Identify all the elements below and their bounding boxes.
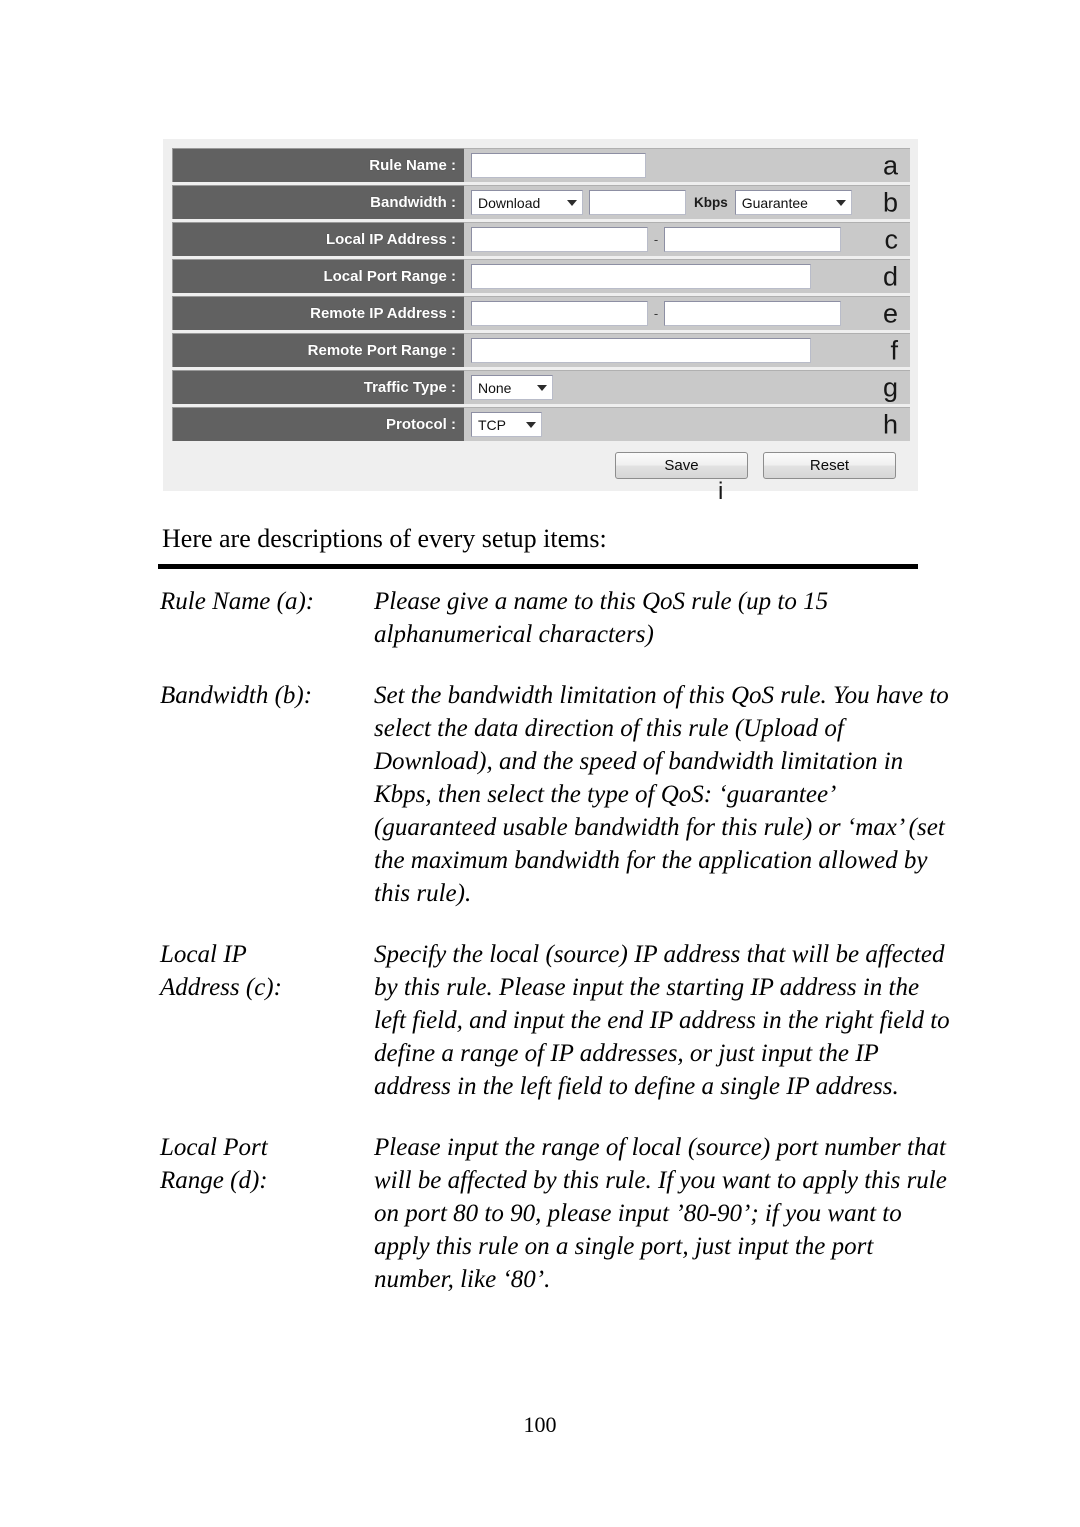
label-local-ip-address: Local IP Address :: [172, 222, 464, 256]
definition-term: Local Port Range (d):: [160, 1131, 374, 1296]
value-local-ip-address: - c: [464, 222, 910, 256]
intro-text: Here are descriptions of every setup ite…: [162, 524, 607, 553]
rule-name-input[interactable]: [471, 153, 646, 178]
form-row-bandwidth: Bandwidth : Download Kbps Guarantee b: [172, 185, 910, 219]
definition-description: Please input the range of local (source)…: [374, 1134, 947, 1293]
form-button-row: Save Reset: [172, 444, 910, 481]
chevron-down-icon: [567, 199, 577, 206]
chevron-down-icon: [526, 421, 536, 428]
chevron-down-icon: [537, 384, 547, 391]
traffic-type-value: None: [478, 379, 512, 396]
callout-letter-h: h: [882, 409, 898, 439]
callout-letter-b: b: [882, 187, 898, 217]
qos-rule-form: Rule Name : a Bandwidth : Download Kbps …: [163, 139, 918, 491]
value-bandwidth: Download Kbps Guarantee b: [464, 185, 910, 219]
remote-port-range-input[interactable]: [471, 338, 811, 363]
label-remote-ip-address: Remote IP Address :: [172, 296, 464, 330]
label-rule-name: Rule Name :: [172, 148, 464, 182]
form-row-rule-name: Rule Name : a: [172, 148, 910, 182]
remote-ip-range-separator: -: [653, 306, 659, 321]
value-traffic-type: None g: [464, 370, 910, 404]
definition-item: Local IP Address (c): Specify the local …: [160, 938, 950, 1103]
callout-letter-g: g: [882, 372, 898, 402]
callout-letter-c: c: [884, 224, 899, 254]
save-button[interactable]: Save: [615, 452, 748, 479]
definition-term-line1: Local IP: [160, 941, 247, 968]
definition-description: Please give a name to this QoS rule (up …: [374, 588, 829, 648]
callout-letter-d: d: [882, 261, 898, 291]
label-remote-port-range: Remote Port Range :: [172, 333, 464, 367]
form-row-protocol: Protocol : TCP h: [172, 407, 910, 441]
form-row-remote-port-range: Remote Port Range : f: [172, 333, 910, 367]
value-protocol: TCP h: [464, 407, 910, 441]
bandwidth-direction-value: Download: [478, 194, 541, 211]
definition-description: Specify the local (source) IP address th…: [374, 941, 950, 1100]
callout-letter-e: e: [882, 298, 898, 328]
definition-item: Local Port Range (d): Please input the r…: [160, 1131, 950, 1296]
remote-ip-start-input[interactable]: [471, 301, 648, 326]
label-traffic-type: Traffic Type :: [172, 370, 464, 404]
callout-letter-i: i: [718, 478, 724, 505]
form-row-local-port-range: Local Port Range : d: [172, 259, 910, 293]
label-bandwidth: Bandwidth :: [172, 185, 464, 219]
definition-term-line1: Bandwidth (b):: [160, 682, 313, 709]
definition-term-line1: Local Port: [160, 1134, 268, 1161]
callout-letter-a: a: [882, 150, 898, 180]
form-row-remote-ip-address: Remote IP Address : - e: [172, 296, 910, 330]
bandwidth-speed-input[interactable]: [589, 190, 686, 215]
form-row-local-ip-address: Local IP Address : - c: [172, 222, 910, 256]
value-remote-ip-address: - e: [464, 296, 910, 330]
definition-description: Set the bandwidth limitation of this QoS…: [374, 682, 949, 907]
remote-ip-end-input[interactable]: [664, 301, 841, 326]
bandwidth-direction-select[interactable]: Download: [471, 190, 583, 215]
form-row-traffic-type: Traffic Type : None g: [172, 370, 910, 404]
definition-term: Local IP Address (c):: [160, 938, 374, 1103]
definition-item: Bandwidth (b): Set the bandwidth limitat…: [160, 679, 950, 910]
local-ip-range-separator: -: [653, 232, 659, 247]
page-number: 100: [523, 1412, 557, 1437]
chevron-down-icon: [835, 199, 846, 206]
value-rule-name: a: [464, 148, 910, 182]
definition-list: Rule Name (a): Please give a name to thi…: [160, 585, 950, 1324]
definition-term-line1: Rule Name (a):: [160, 588, 315, 615]
definition-term: Rule Name (a):: [160, 585, 374, 651]
label-local-port-range: Local Port Range :: [172, 259, 464, 293]
section-divider: [158, 564, 918, 569]
definition-item: Rule Name (a): Please give a name to thi…: [160, 585, 950, 651]
definition-term-line2: Range (d):: [160, 1167, 268, 1194]
value-local-port-range: d: [464, 259, 910, 293]
value-remote-port-range: f: [464, 333, 910, 367]
protocol-value: TCP: [478, 416, 506, 433]
local-port-range-input[interactable]: [471, 264, 811, 289]
bandwidth-qos-type-select[interactable]: Guarantee: [734, 190, 852, 215]
definition-term-line2: Address (c):: [160, 974, 282, 1001]
traffic-type-select[interactable]: None: [471, 375, 553, 400]
protocol-select[interactable]: TCP: [471, 412, 542, 437]
local-ip-end-input[interactable]: [664, 227, 841, 252]
label-protocol: Protocol :: [172, 407, 464, 441]
reset-button[interactable]: Reset: [763, 452, 896, 479]
callout-letter-f: f: [890, 335, 898, 365]
local-ip-start-input[interactable]: [471, 227, 648, 252]
definition-term: Bandwidth (b):: [160, 679, 374, 910]
bandwidth-qos-type-value: Guarantee: [741, 194, 808, 211]
bandwidth-unit-label: Kbps: [694, 195, 728, 210]
